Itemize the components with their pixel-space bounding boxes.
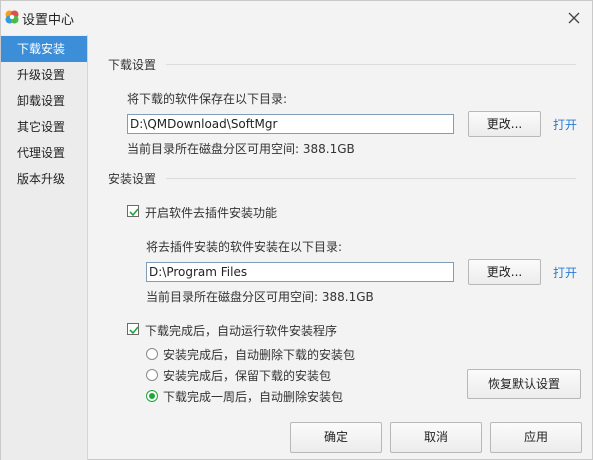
radio-delete-after-week-label: 下载完成一周后，自动删除安装包 (163, 390, 344, 404)
sidebar-item-proxy-settings[interactable]: 代理设置 (1, 140, 87, 166)
sidebar-item-other-settings[interactable]: 其它设置 (1, 114, 87, 140)
title-bar: 设置中心 (1, 1, 593, 35)
download-dir-input[interactable] (127, 114, 454, 134)
radio-delete-after-install-label: 安装完成后，自动删除下载的安装包 (163, 348, 356, 362)
download-free-space-text: 当前目录所在磁盘分区可用空间: 388.1GB (127, 142, 355, 156)
radio-selected-dot (149, 393, 155, 399)
plugin-free-install-checkbox[interactable] (127, 205, 139, 217)
install-section-title: 安装设置 (108, 172, 157, 186)
install-dir-input[interactable] (146, 262, 454, 282)
download-open-link[interactable]: 打开 (553, 116, 577, 133)
cancel-button[interactable]: 取消 (390, 422, 482, 453)
autorun-installer-checkbox[interactable] (127, 323, 139, 335)
radio-keep-package[interactable] (146, 369, 158, 381)
install-free-space-text: 当前目录所在磁盘分区可用空间: 388.1GB (146, 290, 374, 304)
radio-delete-after-week[interactable] (146, 390, 158, 402)
window-title: 设置中心 (22, 13, 75, 28)
radio-delete-after-install[interactable] (146, 348, 158, 360)
close-icon[interactable] (567, 11, 581, 25)
download-change-button[interactable]: 更改... (468, 111, 541, 137)
download-dir-label: 将下载的软件保存在以下目录: (127, 92, 288, 106)
download-section-divider (166, 64, 576, 65)
checkmark-icon (129, 208, 139, 217)
plugin-free-install-label: 开启软件去插件安装功能 (145, 206, 278, 220)
settings-window: 设置中心 下载安装 升级设置 卸载设置 其它设置 代理设置 版本升级 下载设置 … (0, 0, 593, 460)
sidebar-item-upgrade-settings[interactable]: 升级设置 (1, 62, 87, 88)
sidebar-item-download-install[interactable]: 下载安装 (1, 36, 87, 62)
settings-sidebar: 下载安装 升级设置 卸载设置 其它设置 代理设置 版本升级 (1, 35, 88, 460)
app-logo-icon (5, 10, 19, 24)
checkmark-icon (129, 326, 139, 335)
install-open-link[interactable]: 打开 (553, 264, 577, 281)
sidebar-item-version-upgrade[interactable]: 版本升级 (1, 166, 87, 192)
apply-button[interactable]: 应用 (490, 422, 582, 453)
radio-keep-package-label: 安装完成后，保留下载的安装包 (163, 369, 332, 383)
install-section-divider (166, 178, 576, 179)
install-change-button[interactable]: 更改... (468, 259, 541, 285)
sidebar-item-uninstall-settings[interactable]: 卸载设置 (1, 88, 87, 114)
install-dir-label: 将去插件安装的软件安装在以下目录: (146, 240, 343, 254)
restore-defaults-button[interactable]: 恢复默认设置 (467, 369, 581, 399)
autorun-installer-label: 下载完成后，自动运行软件安装程序 (145, 324, 338, 338)
download-section-title: 下载设置 (108, 58, 157, 72)
ok-button[interactable]: 确定 (290, 422, 382, 453)
